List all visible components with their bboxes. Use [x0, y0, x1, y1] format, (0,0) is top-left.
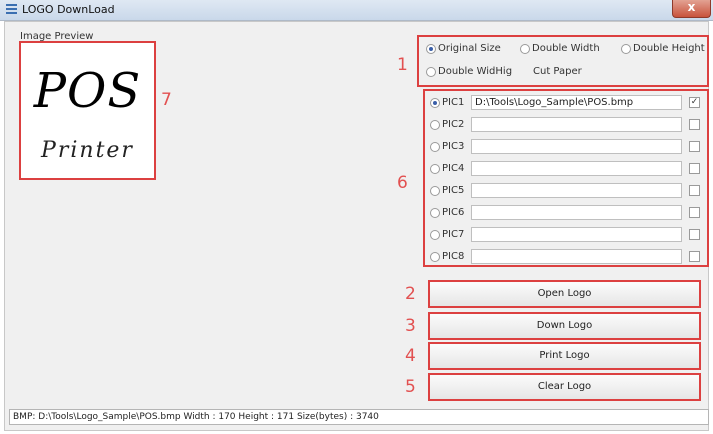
- checkbox-pic6[interactable]: [689, 207, 700, 218]
- callout-4: 4: [405, 346, 416, 366]
- label-double-height: Double Height: [633, 43, 705, 54]
- callout-1: 1: [397, 55, 408, 75]
- label-pic4: PIC4: [442, 163, 465, 174]
- radio-double-width[interactable]: [520, 44, 530, 54]
- path-field-pic4[interactable]: [471, 161, 682, 176]
- path-field-pic7[interactable]: [471, 227, 682, 242]
- callout-6: 6: [397, 173, 408, 193]
- logo-text-printer: Printer: [41, 138, 134, 163]
- radio-pic6[interactable]: [430, 208, 440, 218]
- checkbox-pic4[interactable]: [689, 163, 700, 174]
- checkbox-pic7[interactable]: [689, 229, 700, 240]
- down-logo-button[interactable]: Down Logo: [428, 312, 701, 340]
- path-field-pic6[interactable]: [471, 205, 682, 220]
- title-bar: LOGO DownLoad x: [0, 0, 713, 21]
- radio-double-height[interactable]: [621, 44, 631, 54]
- callout-5: 5: [405, 377, 416, 397]
- checkbox-pic5[interactable]: [689, 185, 700, 196]
- path-field-pic2[interactable]: [471, 117, 682, 132]
- callout-7: 7: [161, 90, 172, 110]
- radio-pic3[interactable]: [430, 142, 440, 152]
- label-pic8: PIC8: [442, 251, 465, 262]
- callout-2: 2: [405, 284, 416, 304]
- radio-original-size[interactable]: [426, 44, 436, 54]
- path-field-pic8[interactable]: [471, 249, 682, 264]
- print-logo-button[interactable]: Print Logo: [428, 342, 701, 370]
- label-pic5: PIC5: [442, 185, 465, 196]
- radio-pic7[interactable]: [430, 230, 440, 240]
- checkbox-pic3[interactable]: [689, 141, 700, 152]
- close-button[interactable]: x: [672, 0, 711, 18]
- checkbox-pic1[interactable]: ✓: [689, 97, 700, 108]
- label-pic2: PIC2: [442, 119, 465, 130]
- radio-pic8[interactable]: [430, 252, 440, 262]
- clear-logo-button[interactable]: Clear Logo: [428, 373, 701, 401]
- label-double-width: Double Width: [532, 43, 600, 54]
- checkbox-pic2[interactable]: [689, 119, 700, 130]
- label-original-size: Original Size: [438, 43, 501, 54]
- radio-pic2[interactable]: [430, 120, 440, 130]
- checkbox-pic8[interactable]: [689, 251, 700, 262]
- cut-paper-option[interactable]: Cut Paper: [533, 66, 582, 77]
- label-pic6: PIC6: [442, 207, 465, 218]
- path-field-pic5[interactable]: [471, 183, 682, 198]
- app-icon: [6, 4, 17, 15]
- radio-double-widhig[interactable]: [426, 67, 436, 77]
- path-field-pic1[interactable]: D:\Tools\Logo_Sample\POS.bmp: [471, 95, 682, 110]
- radio-pic4[interactable]: [430, 164, 440, 174]
- logo-text-pos: POS: [33, 63, 142, 119]
- window-title: LOGO DownLoad: [22, 3, 115, 16]
- label-pic3: PIC3: [442, 141, 465, 152]
- radio-pic5[interactable]: [430, 186, 440, 196]
- label-double-widhig: Double WidHig: [438, 66, 513, 77]
- callout-3: 3: [405, 316, 416, 336]
- path-field-pic3[interactable]: [471, 139, 682, 154]
- image-preview-box: POS Printer: [19, 41, 156, 180]
- label-pic1: PIC1: [442, 97, 465, 108]
- radio-pic1[interactable]: [430, 98, 440, 108]
- open-logo-button[interactable]: Open Logo: [428, 280, 701, 308]
- label-pic7: PIC7: [442, 229, 465, 240]
- status-bar: BMP: D:\Tools\Logo_Sample\POS.bmp Width …: [9, 409, 709, 425]
